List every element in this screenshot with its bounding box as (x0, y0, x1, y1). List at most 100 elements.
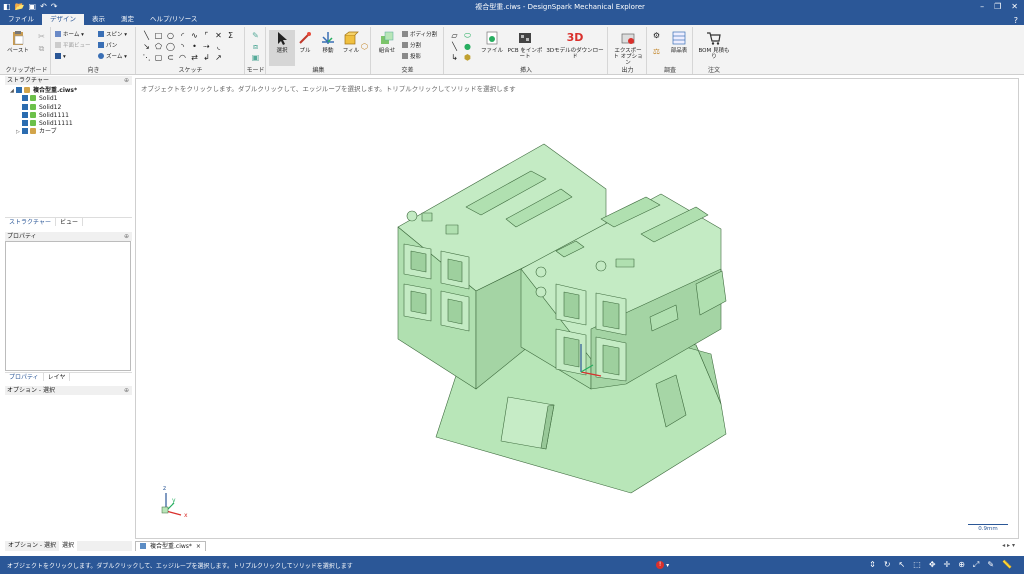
error-indicator-icon[interactable]: ! (656, 561, 665, 569)
project-button[interactable]: 投影 (402, 53, 421, 61)
combine-button[interactable]: 組合せ (374, 30, 400, 54)
tree-item[interactable]: Solid1 (10, 95, 130, 103)
polygon-icon[interactable]: ⬠ (154, 42, 163, 51)
move-view-icon[interactable]: ✥ (929, 560, 936, 570)
refresh-icon[interactable]: ↻ (884, 560, 891, 570)
error-dropdown-icon[interactable]: ▾ (666, 562, 669, 569)
view-select-icon[interactable]: ⇕ (869, 560, 876, 570)
offset-icon[interactable]: ⇢ (202, 42, 211, 51)
cut-icon[interactable]: ✂ (37, 32, 46, 41)
tab-help[interactable]: ヘルプ/リソース (142, 14, 205, 25)
tab-display[interactable]: 表示 (84, 14, 113, 25)
export-options-button[interactable]: エクスポート オプション (613, 30, 643, 66)
pin-icon[interactable]: ⊕ (124, 76, 129, 85)
spline-icon[interactable]: ∿ (190, 31, 199, 40)
arc-icon[interactable]: ◜ (178, 31, 187, 40)
tree-item[interactable]: Solid11111 (10, 120, 130, 128)
rounded-rect-icon[interactable]: ▢ (154, 53, 163, 62)
pin-icon[interactable]: ⊕ (124, 232, 129, 241)
zoom-view-icon[interactable]: ⊕ (958, 560, 965, 570)
zoom-button[interactable]: ズーム ▾ (98, 53, 127, 61)
tab-file[interactable]: ファイル (0, 14, 42, 25)
slot-icon[interactable]: ⊂ (166, 53, 175, 62)
tab-structure[interactable]: ストラクチャー (5, 218, 56, 226)
help-icon[interactable]: ? (1014, 16, 1024, 25)
copy-icon[interactable]: ⧉ (37, 44, 46, 53)
tree-item[interactable]: ▷ カーブ (10, 128, 130, 136)
bom-quote-button[interactable]: BOM 見積もり (697, 30, 731, 60)
insert-file-button[interactable]: ファイル (479, 30, 505, 54)
tab-options-select[interactable]: オプション - 選択 (5, 541, 59, 551)
redo-icon[interactable]: ↷ (51, 2, 58, 12)
open-icon[interactable]: 📂 (15, 2, 25, 12)
restore-icon[interactable]: ❐ (994, 2, 1001, 11)
home-button[interactable]: ホーム ▾ (55, 31, 84, 39)
tab-select[interactable]: 選択 (58, 541, 77, 551)
tree-item[interactable]: Solid12 (10, 103, 130, 112)
visibility-checkbox[interactable] (22, 128, 28, 135)
document-tab[interactable]: 複合型重.ciws* × (135, 540, 206, 551)
save-icon[interactable]: ▣ (29, 2, 37, 12)
split-button[interactable]: 分割 (402, 42, 421, 50)
circle-icon[interactable]: ○ (166, 31, 175, 40)
extend-icon[interactable]: ↗ (214, 53, 223, 62)
point-icon[interactable]: ⌜ (202, 31, 211, 40)
measure-icon[interactable]: ⚙ (652, 31, 661, 40)
split-body-button[interactable]: ボディ分割 (402, 31, 437, 39)
tab-layers[interactable]: レイヤ (44, 373, 71, 381)
app-icon[interactable]: ◧ (3, 2, 11, 12)
shell-icon[interactable]: ⬢ (463, 53, 472, 62)
pcb-import-button[interactable]: PCB をインポート (507, 30, 543, 60)
tree-item[interactable]: Solid1111 (10, 111, 130, 120)
three-point-arc-icon[interactable]: ◠ (178, 53, 187, 62)
spin-button[interactable]: スピン ▾ (98, 31, 127, 39)
ellipse-icon[interactable]: ◯ (166, 42, 175, 51)
bend-icon[interactable]: ↲ (202, 53, 211, 62)
cursor-mode-icon[interactable]: ↖ (899, 560, 906, 570)
sweep-arc-icon[interactable]: ◝ (178, 42, 187, 51)
plan-view-button[interactable]: 平面ビュー (55, 42, 91, 50)
mirror-icon[interactable]: ⇄ (190, 53, 199, 62)
tab-design[interactable]: デザイン (42, 14, 84, 25)
mass-icon[interactable]: ⚖ (652, 47, 661, 56)
visibility-checkbox[interactable] (22, 95, 28, 102)
ciws-model[interactable]: z y x (136, 79, 1020, 540)
dot-icon[interactable]: • (190, 42, 199, 51)
sketch-mode-icon[interactable]: ✎ (251, 31, 260, 40)
fit-icon[interactable]: ⤢ (973, 560, 979, 570)
view-cube-button[interactable]: ▾ (55, 53, 66, 61)
visibility-checkbox[interactable] (22, 103, 28, 110)
draw-icon[interactable]: ✎ (987, 560, 994, 570)
tab-measure[interactable]: 測定 (113, 14, 142, 25)
fillet-icon[interactable]: ◟ (214, 42, 223, 51)
line-icon[interactable]: ╲ (142, 31, 151, 40)
pan-view-icon[interactable]: ✛ (944, 560, 951, 570)
cylinder-icon[interactable]: ⬭ (463, 31, 472, 40)
visibility-checkbox[interactable] (16, 87, 22, 93)
visibility-checkbox[interactable] (22, 120, 28, 127)
paste-button[interactable]: ペースト (5, 30, 31, 54)
parts-table-button[interactable]: 部品表 (666, 30, 692, 54)
pin-icon[interactable]: ⊕ (124, 386, 129, 395)
ruler-icon[interactable]: 📏 (1002, 560, 1012, 570)
tangent-line-icon[interactable]: ↘ (142, 42, 151, 51)
plane-icon[interactable]: ▱ (450, 31, 459, 40)
undo-icon[interactable]: ↶ (40, 2, 47, 12)
box-select-icon[interactable]: ⬚ (913, 560, 921, 570)
axis-icon[interactable]: ╲ (450, 42, 459, 51)
close-icon[interactable]: ✕ (1011, 2, 1018, 11)
visibility-checkbox[interactable] (22, 111, 28, 118)
close-tab-icon[interactable]: × (196, 542, 201, 551)
pan-button[interactable]: パン (98, 42, 117, 50)
replace-icon[interactable]: ⬡ (360, 42, 369, 51)
download-3d-button[interactable]: 3D 3Dモデルのダウンロード (545, 30, 605, 60)
tab-properties[interactable]: プロパティ (5, 373, 44, 381)
origin-icon[interactable]: ↳ (450, 53, 459, 62)
section-mode-icon[interactable]: ⧈ (251, 42, 260, 51)
trim-icon[interactable]: ✕ (214, 31, 223, 40)
tree-root[interactable]: ◢ 複合型重.ciws* (10, 87, 130, 95)
3d-viewport[interactable]: オブジェクトをクリックします。ダブルクリックして、エッジループを選択します。トリ… (135, 78, 1019, 539)
sphere-icon[interactable]: ● (463, 42, 472, 51)
rectangle-icon[interactable]: □ (154, 31, 163, 40)
sum-icon[interactable]: Σ (226, 31, 235, 40)
